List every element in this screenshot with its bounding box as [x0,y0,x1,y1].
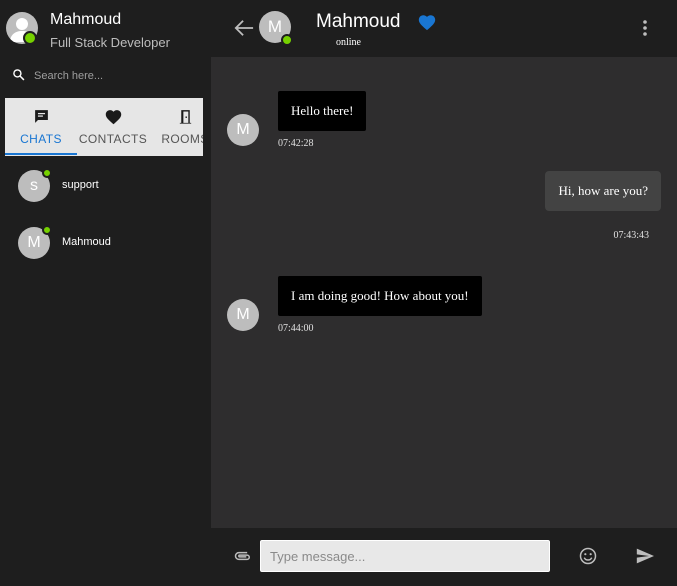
message-bubble-incoming: I am doing good! How about you! [278,276,482,316]
message-input[interactable] [260,540,550,572]
message-avatar: M [227,299,259,331]
tab-rooms[interactable]: ROOMS [149,98,203,156]
heart-icon [105,110,121,125]
sidebar: Mahmoud Full Stack Developer CHATS [0,0,211,586]
message-avatar: M [227,114,259,146]
message-bubble-incoming: Hello there! [278,91,367,131]
message-time: 07:44:00 [278,323,314,334]
message-time: 07:43:43 [613,230,649,241]
header-name: Mahmoud [316,11,401,32]
more-menu-icon[interactable] [639,18,651,38]
tab-contacts-label: CONTACTS [78,132,148,146]
online-status-dot [42,168,52,178]
online-status-dot [23,31,37,45]
tab-bar: CHATS CONTACTS ROOMS [5,98,203,156]
message-bubble-outgoing: Hi, how are you? [545,171,661,211]
online-status-dot [42,225,52,235]
back-arrow-icon[interactable] [233,18,255,38]
emoji-icon[interactable] [578,546,598,566]
search-icon [13,69,25,81]
profile-role: Full Stack Developer [50,35,170,50]
online-status-dot [281,34,293,46]
header-status: online [336,37,361,48]
tab-chats-label: CHATS [20,132,62,146]
attach-icon[interactable] [233,548,253,564]
chat-icon [34,110,48,123]
contact-name: Mahmoud [62,236,111,248]
tab-contacts[interactable]: CONTACTS [77,98,149,156]
active-tab-indicator [5,153,77,155]
contact-item[interactable]: s support [18,168,198,202]
tab-rooms-label: ROOMS [161,132,203,146]
search-box [12,67,202,85]
favorite-heart-icon[interactable] [417,13,437,31]
message-time: 07:42:28 [278,138,314,149]
chat-header: M Mahmoud online [211,0,677,57]
message-list: M Hello there! 07:42:28 Hi, how are you?… [211,57,677,528]
contact-item[interactable]: M Mahmoud [18,225,198,259]
search-input[interactable] [34,67,199,85]
door-icon [179,110,191,124]
message-composer [211,528,677,586]
profile-name: Mahmoud [50,11,122,28]
contact-name: support [62,179,99,191]
tab-chats[interactable]: CHATS [5,98,77,156]
send-icon[interactable] [635,547,655,565]
